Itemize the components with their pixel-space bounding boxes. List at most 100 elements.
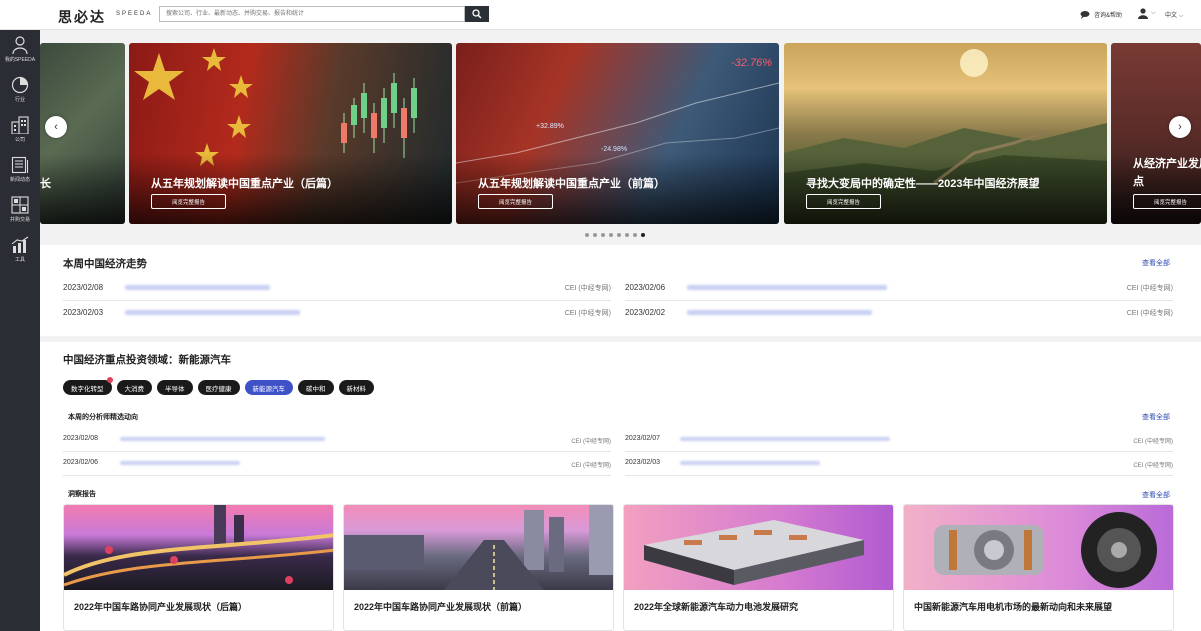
carousel-card[interactable]: -32.76% +32.89% -24.98% 从五年规划解读中国重点产业（前篇… <box>456 43 779 224</box>
battery-pack-image <box>644 520 864 585</box>
news-title-blurred[interactable] <box>125 285 270 290</box>
sidebar-item-label: 我的SPEEDA <box>4 57 36 63</box>
tag-label: 新能源汽车 <box>252 385 286 393</box>
search-icon <box>472 9 482 19</box>
deal-icon <box>11 196 29 214</box>
news-source: CEI (中经专网) <box>564 285 611 292</box>
overlay-percent: -32.76% <box>731 57 772 69</box>
read-report-button[interactable]: 阅览完整报告 <box>151 194 226 209</box>
search-input[interactable] <box>159 6 465 22</box>
news-title-blurred[interactable] <box>680 437 890 441</box>
notification-dot <box>106 377 113 383</box>
chevron-down-icon: ⌵ <box>1178 13 1184 19</box>
news-title-blurred[interactable] <box>120 437 325 441</box>
tag-carbon-neutral[interactable]: 碳中和 <box>298 380 334 395</box>
carousel-prev-button[interactable]: ‹ <box>45 116 67 138</box>
read-report-button[interactable]: 阅览完整报告 <box>478 194 553 209</box>
search-button[interactable] <box>465 6 489 22</box>
card-title: 从五年规划解读中国重点产业（后篇） <box>151 178 338 190</box>
news-row[interactable]: 2023/02/08 CEI (中经专网) <box>63 430 611 452</box>
news-source: CEI (中经专网) <box>1133 439 1173 445</box>
tag-label: 大消费 <box>124 385 145 393</box>
language-selector[interactable]: 中文 ⌵ <box>1165 10 1183 20</box>
news-row[interactable]: 2023/02/06 CEI (中经专网) <box>625 277 1173 301</box>
hero-carousel: 长 从五年规划解读中国重点产业（后篇） 阅览完整报告 -32.76% +32.8… <box>40 30 1201 250</box>
carousel-dot[interactable] <box>593 233 597 237</box>
sidebar-item-company[interactable]: 公司 <box>0 112 40 148</box>
sidebar-item-label: 并购交易 <box>9 217 30 223</box>
tag-semiconductor[interactable]: 半导体 <box>157 380 193 395</box>
city-highway-image <box>64 505 333 587</box>
report-card[interactable]: 2022年中国车路协同产业发展现状（后篇） <box>63 504 334 631</box>
report-card[interactable]: 2022年全球新能源汽车动力电池发展研究 <box>623 504 894 631</box>
logo[interactable]: 思必达 <box>58 7 106 27</box>
tag-new-materials[interactable]: 新材料 <box>338 380 374 395</box>
news-source: CEI (中经专网) <box>571 463 611 469</box>
report-title: 2022年全球新能源汽车动力电池发展研究 <box>634 602 799 612</box>
news-source: CEI (中经专网) <box>564 310 611 317</box>
user-menu[interactable]: ⌵ <box>1138 8 1156 19</box>
report-title: 2022年中国车路协同产业发展现状（后篇） <box>74 602 248 612</box>
carousel-dot[interactable] <box>609 233 613 237</box>
news-title-blurred[interactable] <box>125 310 300 315</box>
report-thumbnail <box>64 505 333 590</box>
carousel-card[interactable]: 寻找大变局中的确定性——2023年中国经济展望 阅览完整报告 <box>784 43 1107 224</box>
news-title-blurred[interactable] <box>687 285 887 290</box>
sidebar-item-deals[interactable]: 并购交易 <box>0 192 40 228</box>
building-icon <box>11 116 29 134</box>
carousel-next-button[interactable]: › <box>1169 116 1191 138</box>
carousel-dot[interactable] <box>601 233 605 237</box>
carousel-dot[interactable] <box>633 233 637 237</box>
sidebar: 我的SPEEDA 行业 公司 新闻动态 并购交易 工具 <box>0 30 40 631</box>
section-title: 本周中国经济走势 <box>63 258 147 270</box>
sidebar-item-label: 公司 <box>14 137 25 143</box>
read-report-button[interactable]: 阅览完整报告 <box>806 194 881 209</box>
see-all-link[interactable]: 查看全部 <box>1142 412 1170 422</box>
news-title-blurred[interactable] <box>680 461 820 465</box>
carousel-card[interactable]: 从五年规划解读中国重点产业（后篇） 阅览完整报告 <box>129 43 452 224</box>
news-row[interactable]: 2023/02/07 CEI (中经专网) <box>625 430 1173 452</box>
report-title: 2022年中国车路协同产业发展现状（前篇） <box>354 602 528 612</box>
report-card[interactable]: 2022年中国车路协同产业发展现状（前篇） <box>343 504 614 631</box>
chevron-down-icon: ⌵ <box>1151 10 1156 16</box>
news-date: 2023/02/07 <box>625 435 661 442</box>
section-title: 中国经济重点投资领域：新能源汽车 <box>63 354 231 366</box>
tag-consumer[interactable]: 大消费 <box>116 380 152 395</box>
news-source: CEI (中经专网) <box>1133 463 1173 469</box>
tag-new-energy-vehicle[interactable]: 新能源汽车 <box>244 380 293 395</box>
sidebar-item-my-speeda[interactable]: 我的SPEEDA <box>0 32 40 68</box>
card-title: 寻找大变局中的确定性——2023年中国经济展望 <box>806 178 1040 190</box>
topic-tags: 数字化转型 大消费 半导体 医疗健康 新能源汽车 碳中和 新材料 <box>63 377 374 395</box>
carousel-dot-active[interactable] <box>641 233 645 237</box>
help-link[interactable]: 咨询&帮助 <box>1080 10 1122 19</box>
news-title-blurred[interactable] <box>120 461 240 465</box>
news-row[interactable]: 2023/02/03 CEI (中经专网) <box>63 302 611 326</box>
sidebar-item-news[interactable]: 新闻动态 <box>0 152 40 188</box>
city-road-image <box>344 505 613 590</box>
news-row[interactable]: 2023/02/02 CEI (中经专网) <box>625 302 1173 326</box>
see-all-link[interactable]: 查看全部 <box>1142 258 1170 268</box>
news-title-blurred[interactable] <box>687 310 872 315</box>
sidebar-item-industry[interactable]: 行业 <box>0 72 40 108</box>
sidebar-item-tools[interactable]: 工具 <box>0 232 40 268</box>
news-date: 2023/02/06 <box>625 283 666 292</box>
news-row[interactable]: 2023/02/06 CEI (中经专网) <box>63 454 611 476</box>
news-row[interactable]: 2023/02/08 CEI (中经专网) <box>63 277 611 301</box>
report-card[interactable]: 中国新能源汽车用电机市场的最新动向和未来展望 <box>903 504 1174 631</box>
overlay-percent: +32.89% <box>536 123 564 130</box>
analyst-picks-title: 本周的分析师精选动向 <box>68 414 138 421</box>
chevron-left-icon: ‹ <box>54 121 58 133</box>
tag-digital-transformation[interactable]: 数字化转型 <box>63 377 113 395</box>
tag-healthcare[interactable]: 医疗健康 <box>197 380 240 395</box>
tag-label: 数字化转型 <box>71 385 104 393</box>
see-all-link[interactable]: 查看全部 <box>1142 490 1170 500</box>
news-source: CEI (中经专网) <box>1126 310 1173 317</box>
carousel-dot[interactable] <box>625 233 629 237</box>
chat-icon <box>1080 11 1090 19</box>
tools-chart-icon <box>11 236 29 253</box>
carousel-dot[interactable] <box>617 233 621 237</box>
news-row[interactable]: 2023/02/03 CEI (中经专网) <box>625 454 1173 476</box>
carousel-dot[interactable] <box>585 233 589 237</box>
news-date: 2023/02/03 <box>625 459 661 466</box>
read-report-button[interactable]: 阅览完整报告 <box>1133 194 1201 209</box>
